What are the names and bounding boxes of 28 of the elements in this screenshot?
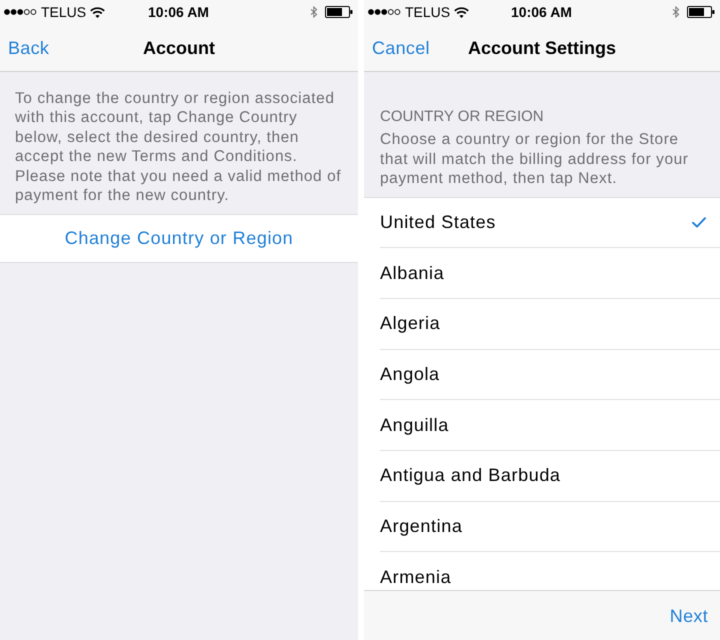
next-button[interactable]: Next <box>670 604 708 626</box>
change-country-button[interactable]: Change Country or Region <box>0 214 358 264</box>
description-text: To change the country or region associated with this account, tap Change Country below, select the desired country, then accept the new Terms and Conditions. Please note that you need a valid method of payment for the new country. <box>14 89 342 206</box>
carrier-name: TELUS <box>41 4 86 20</box>
signal-strength-icon <box>4 9 37 15</box>
section-note: Choose a country or region for the Store that will match the billing address for your payment method, then tap Next. <box>379 130 690 189</box>
section-header: COUNTRY OR REGION <box>379 107 545 126</box>
battery-icon <box>687 6 715 18</box>
country-item[interactable]: Antigua and Barbuda <box>380 450 720 502</box>
country-item[interactable]: Angola <box>380 350 720 400</box>
status-time: 10:06 AM <box>511 4 572 20</box>
bluetooth-icon <box>310 6 318 18</box>
battery-icon <box>325 6 353 18</box>
status-time: 10:06 AM <box>148 4 209 20</box>
signal-strength-icon <box>368 9 401 15</box>
country-item[interactable]: United States <box>380 198 720 248</box>
country-item[interactable]: Albania <box>380 248 720 299</box>
wifi-icon <box>90 6 106 18</box>
bluetooth-icon <box>672 6 680 18</box>
back-button[interactable]: Back <box>8 36 50 58</box>
cancel-button[interactable]: Cancel <box>372 36 430 58</box>
wifi-icon <box>454 6 470 18</box>
country-item[interactable]: Argentina <box>380 502 720 552</box>
country-item[interactable]: Anguilla <box>380 400 720 451</box>
country-item[interactable]: Algeria <box>380 298 720 350</box>
carrier-name: TELUS <box>405 4 450 20</box>
screen-title: Account Settings <box>468 36 616 58</box>
screen-title: Account <box>143 36 215 58</box>
